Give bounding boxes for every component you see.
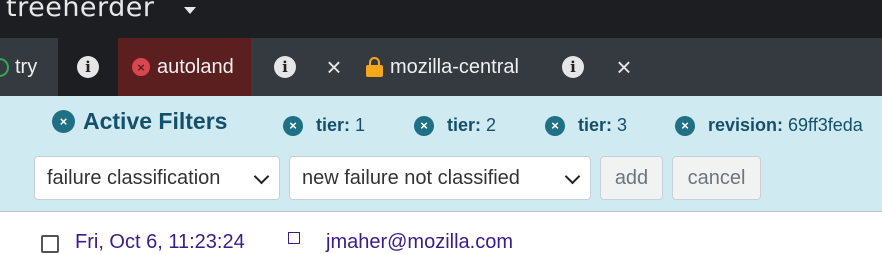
closed-status-icon: × bbox=[132, 58, 150, 76]
remove-filter-icon[interactable]: × bbox=[545, 115, 565, 136]
active-filters-title: × Active Filters bbox=[52, 108, 227, 135]
filter-field-select-value: failure classification bbox=[47, 166, 221, 189]
cancel-filter-button[interactable]: cancel bbox=[672, 156, 761, 200]
remove-filter-icon[interactable]: × bbox=[675, 115, 695, 136]
remove-filter-icon[interactable]: × bbox=[414, 115, 434, 136]
push-date-link[interactable]: Fri, Oct 6, 11:23:24 bbox=[75, 231, 245, 254]
repo-tab-mozilla-central[interactable]: mozilla-central bbox=[360, 38, 540, 96]
remove-filter-icon[interactable]: × bbox=[283, 115, 303, 136]
filter-value-select[interactable]: new failure not classified bbox=[289, 156, 591, 200]
lock-icon bbox=[366, 57, 383, 77]
filter-chip-value: 2 bbox=[486, 115, 497, 135]
external-link-icon[interactable] bbox=[288, 232, 300, 244]
info-icon[interactable]: i bbox=[274, 56, 296, 78]
filter-chip-field: tier: bbox=[316, 115, 351, 135]
repo-tab-bar: try i × autoland i × mozilla-central i × bbox=[0, 38, 882, 96]
filter-chip: × revision: 69ff3feda bbox=[675, 115, 863, 136]
active-filters-panel: × Active Filters × tier: 1 × tier: 2 × t… bbox=[0, 96, 882, 211]
repo-autoland-info-button[interactable]: i bbox=[266, 38, 304, 96]
chevron-down-icon bbox=[564, 168, 581, 185]
filter-chip-field: tier: bbox=[578, 115, 613, 135]
filter-chip-field: revision: bbox=[708, 115, 784, 135]
repo-tab-try[interactable]: try bbox=[0, 38, 58, 96]
repo-tab-autoland[interactable]: × autoland bbox=[118, 38, 251, 96]
repo-try-info-button[interactable]: i bbox=[58, 38, 118, 96]
repo-tab-try-label[interactable]: try bbox=[15, 56, 37, 79]
close-icon[interactable]: × bbox=[616, 54, 631, 80]
push-header-row: Fri, Oct 6, 11:23:24 jmaher@mozilla.com bbox=[0, 211, 882, 253]
filter-value-select-value: new failure not classified bbox=[302, 166, 520, 189]
filter-chip: × tier: 2 bbox=[414, 115, 496, 136]
close-icon[interactable]: × bbox=[326, 54, 341, 80]
filter-chip-value: 1 bbox=[355, 115, 366, 135]
repo-mozilla-central-close-button[interactable]: × bbox=[608, 38, 640, 96]
caret-down-icon[interactable] bbox=[184, 7, 196, 14]
active-filters-label: Active Filters bbox=[83, 108, 228, 134]
top-navbar: treeherder bbox=[0, 0, 882, 38]
filter-chip: × tier: 1 bbox=[283, 115, 365, 136]
add-filter-button[interactable]: add bbox=[600, 156, 663, 200]
info-icon[interactable]: i bbox=[562, 56, 584, 78]
filter-chip-value: 3 bbox=[617, 115, 628, 135]
open-status-icon bbox=[0, 57, 9, 77]
filter-chip-field: tier: bbox=[447, 115, 482, 135]
app-logo[interactable]: treeherder bbox=[6, 0, 155, 23]
chevron-down-icon bbox=[253, 168, 270, 185]
filter-chip: × tier: 3 bbox=[545, 115, 627, 136]
repo-tab-mozilla-central-label[interactable]: mozilla-central bbox=[390, 56, 519, 79]
info-icon[interactable]: i bbox=[77, 56, 99, 78]
clear-all-filters-icon[interactable]: × bbox=[52, 110, 75, 133]
filter-chip-value: 69ff3feda bbox=[788, 115, 863, 135]
repo-autoland-close-button[interactable]: × bbox=[318, 38, 350, 96]
repo-tab-autoland-label[interactable]: autoland bbox=[157, 56, 234, 79]
checkbox-icon[interactable] bbox=[41, 235, 59, 253]
repo-mozilla-central-info-button[interactable]: i bbox=[554, 38, 592, 96]
filter-field-select[interactable]: failure classification bbox=[34, 156, 280, 200]
push-author-link[interactable]: jmaher@mozilla.com bbox=[326, 231, 513, 254]
